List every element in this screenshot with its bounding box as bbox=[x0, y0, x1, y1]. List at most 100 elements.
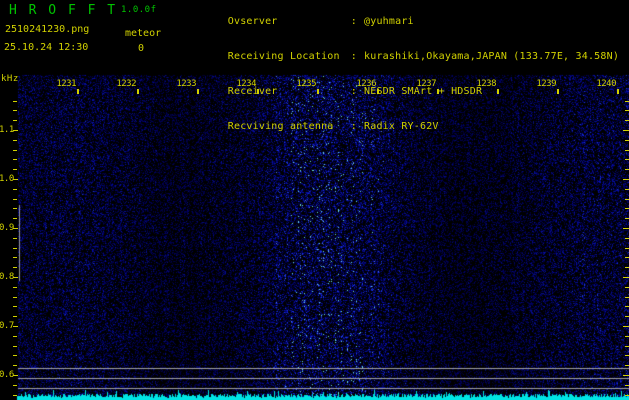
time-tick-mark bbox=[197, 89, 199, 94]
info-label: Ovserver bbox=[227, 15, 278, 27]
freq-major-tick-left bbox=[13, 326, 18, 327]
freq-minor-tick-left bbox=[13, 316, 17, 317]
time-tick-label: 1240 bbox=[596, 79, 616, 89]
freq-tick-label: 0.7 bbox=[0, 321, 14, 331]
freq-minor-tick-left bbox=[13, 385, 17, 386]
freq-tick-label: 0.9 bbox=[0, 223, 14, 233]
freq-minor-tick-right bbox=[625, 346, 629, 347]
time-tick-label: 1234 bbox=[236, 79, 256, 89]
freq-minor-tick-left bbox=[13, 257, 17, 258]
freq-minor-tick-left bbox=[13, 120, 17, 121]
freq-minor-tick-right bbox=[625, 248, 629, 249]
freq-minor-tick-right bbox=[625, 159, 629, 160]
freq-minor-tick-left bbox=[13, 159, 17, 160]
freq-minor-tick-left bbox=[13, 199, 17, 200]
freq-minor-tick-left bbox=[13, 208, 17, 209]
hrofft-screen: H R O F F T 1.0.0f 2510241230.png meteor… bbox=[0, 0, 629, 400]
time-tick-mark bbox=[77, 89, 79, 94]
time-tick-mark bbox=[497, 89, 499, 94]
freq-major-tick-left bbox=[13, 277, 18, 278]
freq-minor-tick-left bbox=[13, 218, 17, 219]
freq-minor-tick-right bbox=[625, 336, 629, 337]
freq-minor-tick-left bbox=[13, 101, 17, 102]
freq-minor-tick-left bbox=[13, 110, 17, 111]
freq-minor-tick-left bbox=[13, 248, 17, 249]
freq-major-tick-left bbox=[13, 179, 18, 180]
freq-minor-tick-right bbox=[625, 287, 629, 288]
freq-minor-tick-left bbox=[13, 395, 17, 396]
freq-minor-tick-right bbox=[625, 140, 629, 141]
time-tick-label: 1236 bbox=[356, 79, 376, 89]
time-tick-label: 1231 bbox=[56, 79, 76, 89]
freq-minor-tick-left bbox=[13, 150, 17, 151]
time-tick-mark bbox=[557, 89, 559, 94]
freq-minor-tick-left bbox=[13, 189, 17, 190]
freq-major-tick-right bbox=[623, 179, 629, 180]
info-separator: : bbox=[350, 50, 357, 62]
freq-minor-tick-left bbox=[13, 336, 17, 337]
info-label: Recviving antenna bbox=[227, 121, 334, 133]
freq-minor-tick-right bbox=[625, 120, 629, 121]
freq-minor-tick-left bbox=[13, 169, 17, 170]
info-value: kurashiki,Okayama,JAPAN (133.77E, 34.58N… bbox=[364, 50, 620, 62]
freq-minor-tick-left bbox=[13, 238, 17, 239]
freq-minor-tick-right bbox=[625, 199, 629, 200]
freq-minor-tick-right bbox=[625, 110, 629, 111]
freq-minor-tick-right bbox=[625, 169, 629, 170]
info-row-location: Receiving Location: kurashiki,Okayama,JAP… bbox=[178, 39, 619, 74]
freq-minor-tick-left bbox=[13, 267, 17, 268]
freq-minor-tick-right bbox=[625, 385, 629, 386]
info-row-antenna: Recviving antenna: Radix RY-62V bbox=[178, 109, 619, 144]
app-title: H R O F F T bbox=[9, 3, 118, 18]
app-version: 1.0.0f bbox=[121, 5, 157, 15]
freq-minor-tick-right bbox=[625, 306, 629, 307]
info-separator: : bbox=[350, 121, 357, 133]
freq-major-tick-right bbox=[623, 228, 629, 229]
capture-datetime: 25.10.24 12:30 bbox=[4, 42, 89, 53]
time-tick-mark bbox=[437, 89, 439, 94]
freq-minor-tick-right bbox=[625, 218, 629, 219]
info-label: Receiving Location bbox=[227, 50, 340, 62]
freq-minor-tick-right bbox=[625, 150, 629, 151]
freq-minor-tick-right bbox=[625, 316, 629, 317]
info-value: @yuhmari bbox=[364, 15, 414, 27]
time-tick-label: 1238 bbox=[476, 79, 496, 89]
time-tick-label: 1232 bbox=[116, 79, 136, 89]
freq-minor-tick-left bbox=[13, 287, 17, 288]
time-tick-mark bbox=[257, 89, 259, 94]
freq-minor-tick-left bbox=[13, 306, 17, 307]
freq-minor-tick-right bbox=[625, 208, 629, 209]
time-tick-mark bbox=[137, 89, 139, 94]
freq-major-tick-left bbox=[13, 228, 18, 229]
info-separator: : bbox=[350, 15, 357, 27]
info-value: Radix RY-62V bbox=[364, 121, 439, 133]
freq-tick-label: 0.8 bbox=[0, 272, 14, 282]
freq-minor-tick-left bbox=[13, 297, 17, 298]
freq-minor-tick-right bbox=[625, 297, 629, 298]
freq-axis-unit-label: kHz bbox=[1, 74, 19, 84]
freq-minor-tick-left bbox=[13, 355, 17, 356]
time-tick-label: 1237 bbox=[416, 79, 436, 89]
freq-major-tick-right bbox=[623, 130, 629, 131]
info-row-observer: Ovserver: @yuhmari bbox=[178, 4, 619, 39]
freq-minor-tick-left bbox=[13, 346, 17, 347]
time-tick-label: 1239 bbox=[536, 79, 556, 89]
meteor-count-label: meteor bbox=[125, 28, 162, 39]
time-tick-mark bbox=[617, 89, 619, 94]
freq-major-tick-left bbox=[13, 375, 18, 376]
time-tick-label: 1233 bbox=[176, 79, 196, 89]
freq-minor-tick-right bbox=[625, 365, 629, 366]
freq-tick-label: 0.6 bbox=[0, 370, 14, 380]
capture-filename: 2510241230.png bbox=[5, 24, 90, 35]
freq-minor-tick-right bbox=[625, 101, 629, 102]
freq-minor-tick-right bbox=[625, 257, 629, 258]
meteor-count-value: 0 bbox=[138, 43, 145, 54]
freq-tick-label: 1.0 bbox=[0, 174, 14, 184]
freq-minor-tick-right bbox=[625, 267, 629, 268]
freq-minor-tick-left bbox=[13, 365, 17, 366]
time-tick-label: 1235 bbox=[296, 79, 316, 89]
freq-minor-tick-left bbox=[13, 140, 17, 141]
freq-minor-tick-right bbox=[625, 189, 629, 190]
freq-major-tick-left bbox=[13, 130, 18, 131]
freq-major-tick-right bbox=[623, 277, 629, 278]
